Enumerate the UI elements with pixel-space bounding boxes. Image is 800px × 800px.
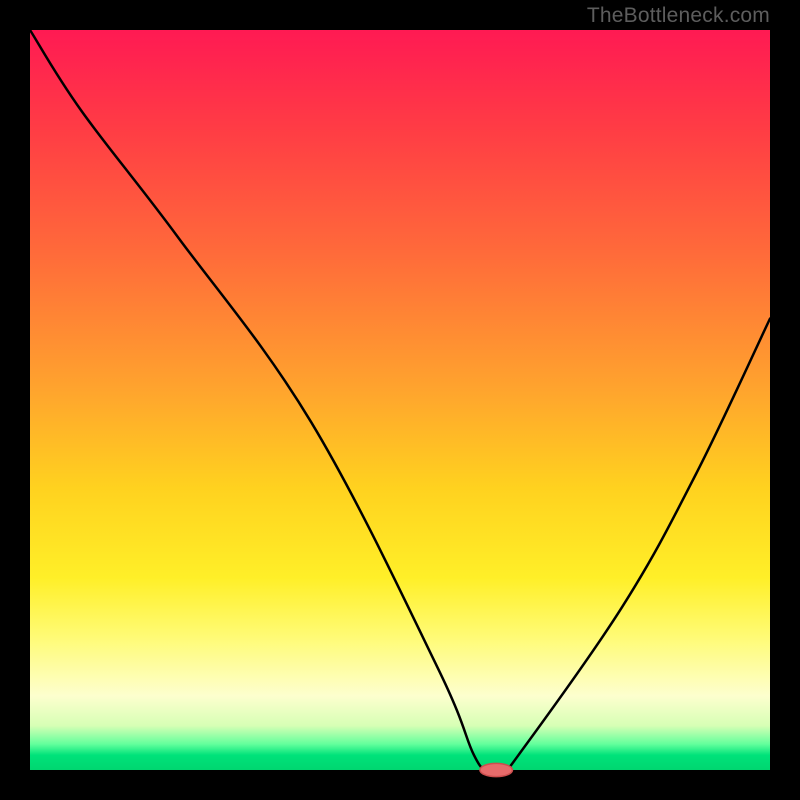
watermark-text: TheBottleneck.com [587, 4, 770, 28]
bottleneck-curve-svg [30, 30, 770, 770]
plot-area [30, 30, 770, 770]
chart-container: TheBottleneck.com [0, 0, 800, 800]
optimum-marker [480, 763, 513, 776]
bottleneck-curve [30, 30, 770, 773]
